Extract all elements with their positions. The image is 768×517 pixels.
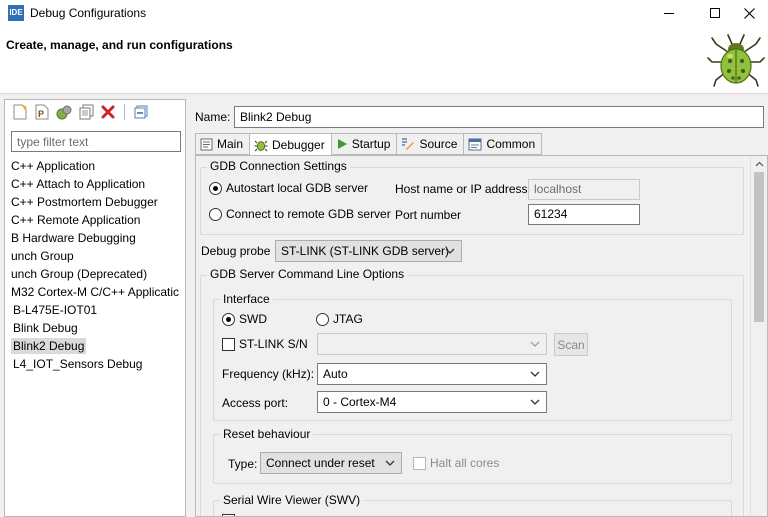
name-label: Name: [195, 110, 231, 124]
tree-item[interactable]: unch Group [11, 247, 74, 265]
vertical-scrollbar[interactable] [750, 156, 767, 516]
configuration-tree: C++ Application C++ Attach to Applicatio… [5, 157, 185, 513]
tree-item[interactable]: C++ Application [11, 157, 95, 175]
frequency-label: Frequency (kHz): [222, 367, 315, 381]
interface-legend: Interface [220, 292, 273, 306]
tab-source[interactable]: Source [396, 133, 464, 155]
tree-item[interactable]: B Hardware Debugging [11, 229, 136, 247]
tab-common[interactable]: Common [463, 133, 543, 155]
reset-type-label: Type: [228, 457, 258, 471]
ide-app-icon: IDE [8, 5, 24, 21]
chevron-down-icon [385, 460, 395, 466]
collapse-all-button[interactable] [132, 103, 150, 121]
stlink-sn-checkbox[interactable] [222, 338, 235, 351]
export-configuration-button[interactable] [55, 103, 73, 121]
duplicate-configuration-button[interactable] [77, 103, 95, 121]
collapse-all-icon [134, 105, 148, 119]
configuration-editor: Name: Main Debugger Startup [189, 99, 768, 517]
remote-radio[interactable] [209, 208, 222, 221]
debugger-bug-icon [254, 140, 268, 151]
delete-icon [101, 105, 115, 119]
stlink-sn-label: ST-LINK S/N [239, 337, 308, 351]
scroll-up-button[interactable] [753, 158, 765, 170]
svg-text:P: P [38, 109, 44, 119]
new-configuration-button[interactable] [11, 103, 29, 121]
chevron-down-icon [530, 371, 540, 377]
server-options-legend: GDB Server Command Line Options [207, 267, 408, 281]
common-icon [468, 138, 482, 150]
stlink-sn-select[interactable] [317, 333, 547, 355]
scrollbar-thumb[interactable] [754, 172, 764, 322]
tab-startup[interactable]: Startup [330, 133, 397, 155]
new-prototype-icon: P [35, 104, 49, 120]
jtag-label: JTAG [333, 312, 363, 326]
tree-item[interactable]: Blink Debug [13, 319, 78, 337]
debug-probe-label: Debug probe [201, 244, 271, 258]
configurations-toolbar: P [5, 100, 185, 124]
tab-debugger[interactable]: Debugger [249, 133, 331, 156]
config-tabs: Main Debugger Startup Source Common [195, 133, 543, 156]
minimize-button[interactable] [646, 0, 692, 26]
reset-type-select[interactable]: Connect under reset [260, 452, 402, 474]
tree-item-selected[interactable]: Blink2 Debug [11, 337, 87, 355]
swv-legend: Serial Wire Viewer (SWV) [220, 493, 364, 507]
jtag-radio[interactable] [316, 313, 329, 326]
maximize-icon [710, 8, 720, 18]
chevron-up-icon [755, 161, 763, 167]
gdb-connection-group [200, 167, 744, 235]
dialog-header: Create, manage, and run configurations [0, 26, 768, 94]
swd-label: SWD [239, 312, 267, 326]
autostart-label: Autostart local GDB server [226, 181, 369, 195]
toolbar-separator [124, 104, 125, 120]
halt-all-cores-label: Halt all cores [430, 456, 500, 470]
access-port-select[interactable]: 0 - Cortex-M4 [317, 391, 547, 413]
tree-item[interactable]: C++ Attach to Application [11, 175, 145, 193]
main-tab-icon [200, 138, 213, 150]
title-bar: IDE Debug Configurations [0, 0, 768, 26]
startup-play-icon [337, 139, 347, 149]
tree-item[interactable]: M32 Cortex-M C/C++ Applicatic [11, 283, 179, 301]
tree-item[interactable]: B-L475E-IOT01 [13, 301, 97, 319]
autostart-radio[interactable] [209, 182, 222, 195]
name-input[interactable] [234, 106, 764, 128]
port-label: Port number [395, 208, 462, 222]
swd-radio[interactable] [222, 313, 235, 326]
tab-main[interactable]: Main [195, 133, 250, 155]
host-label: Host name or IP address [395, 182, 528, 196]
debug-bug-icon [707, 34, 765, 87]
halt-all-cores-checkbox[interactable] [413, 457, 426, 470]
configurations-panel: P type filter text C++ Application C++ A… [4, 99, 186, 517]
close-icon [743, 7, 755, 19]
chevron-down-icon [445, 248, 455, 254]
source-icon [402, 138, 415, 150]
port-input[interactable]: 61234 [528, 204, 640, 225]
remote-label: Connect to remote GDB server [226, 207, 391, 221]
close-button[interactable] [726, 0, 768, 26]
tree-item[interactable]: C++ Postmortem Debugger [11, 193, 158, 211]
minimize-icon [664, 12, 674, 14]
access-port-label: Access port: [222, 396, 289, 410]
new-config-icon [13, 104, 27, 120]
filter-input[interactable] [11, 131, 181, 152]
window-title: Debug Configurations [30, 6, 147, 20]
debug-probe-select[interactable]: ST-LINK (ST-LINK GDB server) [275, 240, 462, 262]
debugger-tab-content: GDB Connection Settings Autostart local … [195, 155, 768, 517]
header-title: Create, manage, and run configurations [6, 38, 233, 52]
chevron-down-icon [530, 341, 540, 347]
reset-legend: Reset behaviour [220, 427, 314, 441]
host-input[interactable]: localhost [528, 179, 640, 200]
tree-item[interactable]: unch Group (Deprecated) [11, 265, 147, 283]
tree-item[interactable]: L4_IOT_Sensors Debug [13, 355, 142, 373]
gdb-connection-legend: GDB Connection Settings [207, 159, 350, 173]
delete-configuration-button[interactable] [99, 103, 117, 121]
new-prototype-button[interactable]: P [33, 103, 51, 121]
frequency-select[interactable]: Auto [317, 363, 547, 385]
export-icon [56, 105, 72, 120]
scan-button[interactable]: Scan [554, 333, 588, 356]
tree-item[interactable]: C++ Remote Application [11, 211, 140, 229]
chevron-down-icon [530, 399, 540, 405]
duplicate-icon [79, 104, 93, 120]
